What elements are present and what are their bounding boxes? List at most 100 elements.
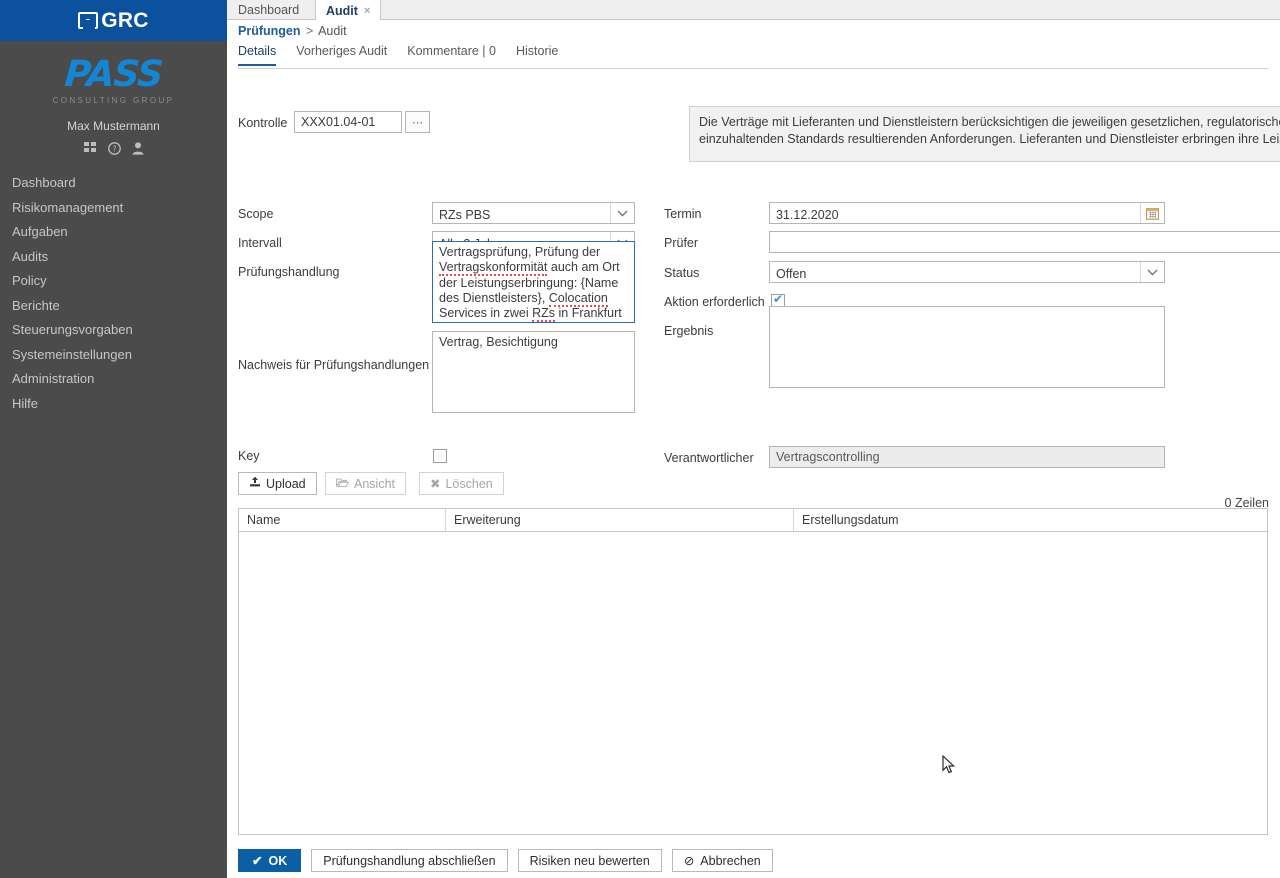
risiken-neu-bewerten-button[interactable]: Risiken neu bewerten (518, 849, 662, 872)
subtab-bar: Details Vorheriges Audit Kommentare | 0 … (238, 44, 558, 66)
tab-audit-label: Audit (326, 4, 358, 18)
help-icon[interactable]: ? (108, 142, 121, 155)
application-window: a GRC PASS CONSULTING GROUP Max Musterma… (0, 0, 1280, 878)
tab-dashboard-label: Dashboard (238, 3, 299, 17)
sidebar-item-dashboard[interactable]: Dashboard (0, 171, 227, 196)
calendar-icon[interactable] (1140, 203, 1164, 223)
ok-button-label: OK (268, 854, 287, 868)
delete-x-icon: ✖ (430, 476, 440, 491)
brand-bar: a GRC (0, 0, 227, 41)
sidebar-item-audits[interactable]: Audits (0, 245, 227, 270)
tab-close-icon[interactable]: × (364, 5, 370, 17)
verantwortlicher-field: Vertragscontrolling (769, 446, 1165, 468)
pass-logo-word: PASS (0, 57, 228, 93)
tab-kommentare[interactable]: Kommentare | 0 (407, 44, 496, 66)
kontrolle-picker-icon: ⋯ (412, 116, 423, 129)
kontrolle-picker-button[interactable]: ⋯ (405, 111, 430, 133)
grid-column-name[interactable]: Name (239, 509, 446, 531)
sidebar-item-systemeinstellungen[interactable]: Systemeinstellungen (0, 343, 227, 368)
sidebar-item-administration[interactable]: Administration (0, 367, 227, 392)
grid-column-erweiterung[interactable]: Erweiterung (446, 509, 794, 531)
tab-vorheriges-audit[interactable]: Vorheriges Audit (296, 44, 387, 66)
svg-text:?: ? (112, 145, 116, 154)
check-icon: ✔ (252, 853, 262, 868)
kontrolle-input[interactable] (294, 111, 402, 133)
quick-icon-row: ? (0, 142, 227, 155)
pruefungshandlung-abschliessen-label: Prüfungshandlung abschließen (323, 854, 495, 868)
breadcrumb-current: Audit (318, 24, 347, 38)
content-area: Prüfungen > Audit Details Vorheriges Aud… (227, 20, 1280, 878)
ergebnis-label: Ergebnis (664, 324, 713, 338)
user-name: Max Mustermann (0, 119, 227, 133)
nachweis-label: Nachweis für Prüfungshandlungen (238, 358, 429, 372)
grid-column-erstellungsdatum[interactable]: Erstellungsdatum (794, 509, 1267, 531)
tab-dashboard[interactable]: Dashboard (228, 0, 309, 20)
sidebar-item-hilfe[interactable]: Hilfe (0, 392, 227, 417)
status-select[interactable]: Offen (769, 261, 1165, 283)
grid-header-row: Name Erweiterung Erstellungsdatum (239, 509, 1267, 532)
nachweis-textarea[interactable]: Vertrag, Besichtigung (432, 331, 635, 413)
loeschen-button[interactable]: ✖ Löschen (419, 472, 504, 495)
loeschen-button-label: Löschen (445, 477, 492, 491)
tab-strip: Dashboard Audit × (227, 0, 1280, 20)
intervall-label: Intervall (238, 236, 282, 250)
sidebar-item-aufgaben[interactable]: Aufgaben (0, 220, 227, 245)
risiken-neu-bewerten-label: Risiken neu bewerten (530, 854, 650, 868)
attachments-grid: Name Erweiterung Erstellungsdatum (238, 508, 1268, 835)
key-label: Key (238, 449, 260, 463)
footer-button-bar: ✔ OK Prüfungshandlung abschließen Risike… (238, 849, 773, 872)
termin-label: Termin (664, 207, 702, 221)
pruefungshandlung-textarea[interactable]: Vertragsprüfung, Prüfung derVertragskonf… (432, 241, 635, 323)
pruefungshandlung-abschliessen-button[interactable]: Prüfungshandlung abschließen (311, 849, 507, 872)
sidebar-item-steuerungsvorgaben[interactable]: Steuerungsvorgaben (0, 318, 227, 343)
breadcrumb: Prüfungen > Audit (238, 24, 347, 38)
upload-button-label: Upload (266, 477, 306, 491)
ansicht-button[interactable]: Ansicht (325, 472, 406, 495)
subtab-divider (238, 68, 1268, 69)
kontrolle-label: Kontrolle (238, 116, 287, 130)
ok-button[interactable]: ✔ OK (238, 849, 301, 872)
control-description: Die Verträge mit Lieferanten und Dienstl… (689, 106, 1280, 162)
key-checkbox[interactable] (433, 449, 447, 463)
pruefer-label: Prüfer (664, 236, 698, 250)
grc-logo-mark-icon: a (78, 12, 98, 29)
abbrechen-button-label: Abbrechen (700, 854, 760, 868)
sidebar-item-risikomanagement[interactable]: Risikomanagement (0, 196, 227, 221)
termin-field[interactable]: 31.12.2020 (769, 202, 1165, 224)
abbrechen-button[interactable]: ⊘ Abbrechen (672, 849, 773, 872)
sidebar-item-policy[interactable]: Policy (0, 269, 227, 294)
cancel-icon: ⊘ (684, 853, 694, 868)
upload-button[interactable]: Upload (238, 472, 317, 495)
user-icon[interactable] (132, 142, 144, 155)
breadcrumb-separator: > (304, 24, 315, 38)
sidebar-item-berichte[interactable]: Berichte (0, 294, 227, 319)
tab-historie[interactable]: Historie (516, 44, 558, 66)
pruefer-input[interactable] (769, 231, 1280, 253)
chevron-down-icon[interactable] (1140, 262, 1164, 282)
ansicht-button-label: Ansicht (354, 477, 395, 491)
aktion-erforderlich-label: Aktion erforderlich (664, 295, 765, 309)
scope-label: Scope (238, 207, 273, 221)
breadcrumb-root[interactable]: Prüfungen (238, 24, 301, 38)
upload-icon (249, 476, 261, 491)
verantwortlicher-label: Verantwortlicher (664, 451, 754, 465)
apps-grid-icon[interactable] (84, 142, 97, 155)
status-label: Status (664, 266, 699, 280)
tab-audit[interactable]: Audit × (315, 0, 381, 21)
ergebnis-textarea[interactable] (769, 306, 1165, 388)
grc-logo-text: GRC (101, 9, 149, 33)
tab-details[interactable]: Details (238, 44, 276, 66)
pass-logo-subtitle: CONSULTING GROUP (0, 96, 227, 105)
status-value: Offen (770, 262, 1164, 286)
pruefungshandlung-label: Prüfungshandlung (238, 265, 339, 279)
chevron-down-icon[interactable] (610, 203, 634, 223)
scope-value: RZs PBS (433, 203, 634, 227)
pass-logo: PASS CONSULTING GROUP (0, 41, 227, 105)
scope-select[interactable]: RZs PBS (432, 202, 635, 224)
termin-value: 31.12.2020 (770, 203, 1164, 227)
grc-logo-mark-letter: a (84, 15, 92, 28)
folder-open-icon (336, 477, 349, 491)
grc-logo: a GRC (78, 9, 149, 33)
sidebar-nav: Dashboard Risikomanagement Aufgaben Audi… (0, 171, 227, 416)
sidebar: a GRC PASS CONSULTING GROUP Max Musterma… (0, 0, 227, 878)
